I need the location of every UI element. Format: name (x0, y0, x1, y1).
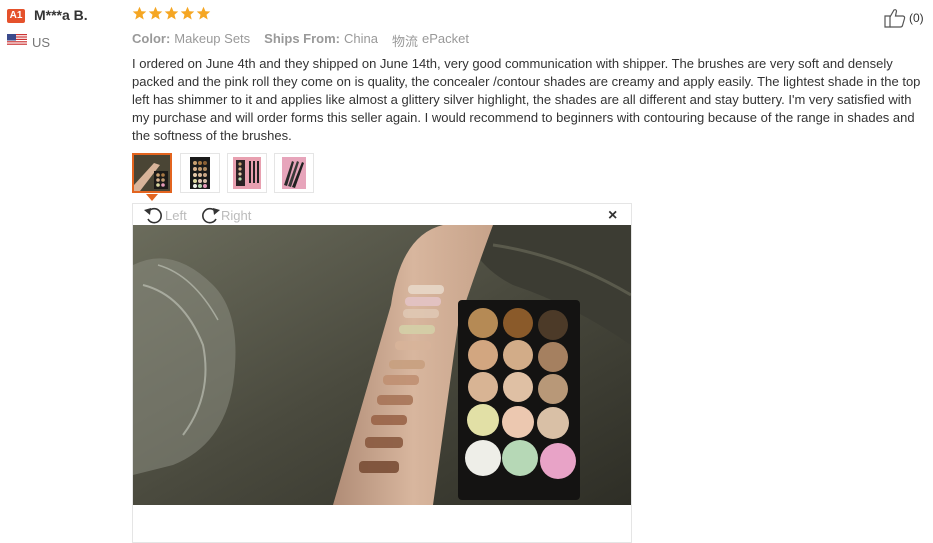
thumbnail-image (182, 155, 218, 191)
review-photo-thumbnail[interactable] (274, 153, 314, 193)
order-info: Color: Makeup Sets Ships From: China 物流 … (132, 31, 469, 50)
rotate-right-label: Right (221, 207, 252, 223)
star-icon (132, 6, 147, 20)
ships-from-value: China (344, 31, 378, 46)
review-photo-thumbnail[interactable] (227, 153, 267, 193)
star-rating (132, 6, 211, 21)
rotate-right-button[interactable]: Right (199, 205, 251, 225)
star-icon (164, 6, 179, 20)
logistics-label: 物流 (391, 34, 418, 49)
helpful-button[interactable]: (0) (884, 8, 924, 28)
rotate-left-icon (144, 207, 162, 224)
reviewer-country: US (32, 35, 51, 50)
logistics-value: ePacket (421, 31, 469, 46)
review-photo (133, 225, 631, 505)
helpful-count: (0) (909, 11, 924, 25)
review-photo-thumbnail[interactable] (180, 153, 220, 193)
close-viewer-button[interactable]: × (608, 208, 617, 224)
star-icon (148, 6, 163, 20)
thumbnail-image (276, 155, 312, 191)
thumbnail-image (134, 155, 170, 191)
review-text: I ordered on June 4th and they shipped o… (132, 56, 921, 143)
ships-from-label: Ships From: (264, 31, 340, 46)
color-label: Color: (132, 31, 171, 46)
thumbs-up-icon (884, 9, 906, 28)
buyer-level-badge: A1 (7, 9, 25, 23)
rotate-left-label: Left (165, 207, 187, 223)
rotate-right-icon (202, 207, 220, 224)
us-flag-icon (7, 34, 27, 46)
star-icon (196, 6, 211, 20)
color-value: Makeup Sets (174, 31, 251, 46)
selected-thumbnail-indicator (146, 194, 158, 201)
star-icon (180, 6, 195, 20)
reviewer-name: M***a B. (34, 7, 88, 23)
rotate-left-button[interactable]: Left (143, 205, 187, 225)
review-photo-thumbnail[interactable] (132, 153, 172, 193)
thumbnail-image (229, 155, 265, 191)
